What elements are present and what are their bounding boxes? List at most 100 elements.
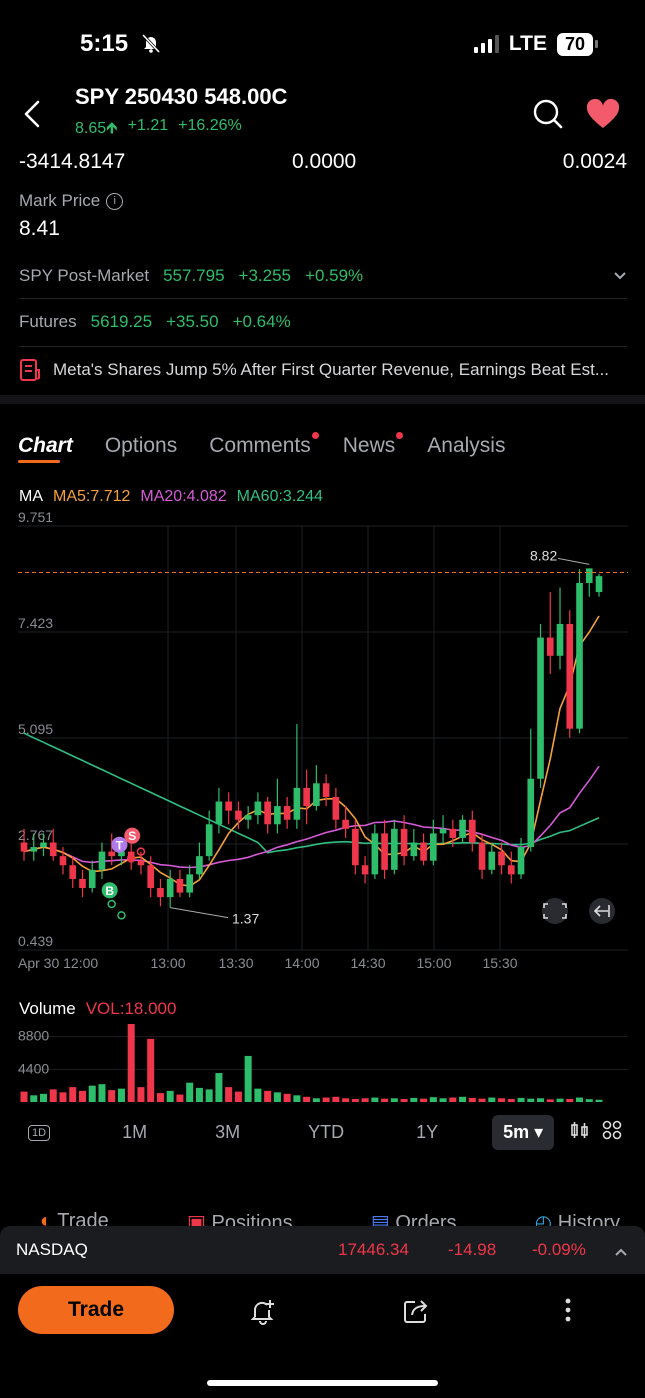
candle-body [430,833,437,861]
period-3m[interactable]: 3M [215,1122,240,1143]
index-ticker-bar[interactable]: NASDAQ 17446.34 -14.98 -0.09% [0,1226,645,1274]
x-tick-label: 14:30 [350,955,385,971]
candle-body [410,842,418,857]
candle-body [49,842,57,857]
candle-body [576,582,583,729]
candle-body [566,623,574,729]
volume-bar [576,1097,584,1102]
volume-bar [293,1095,301,1102]
ma5-value: MA5:7.712 [53,488,131,505]
stat-a: -3414.8147 [19,150,126,173]
divider [19,298,627,299]
candle-body [30,847,38,852]
y-tick-label: 0.439 [18,933,53,949]
volume-bar [498,1098,506,1102]
candle-body [478,842,486,870]
more-button[interactable] [558,1296,578,1331]
candle-body [186,874,193,893]
volume-bar [585,1099,593,1102]
tab-news[interactable]: News [343,432,404,458]
mark-price-text: Mark Price [19,191,101,210]
volume-bar [312,1098,320,1102]
search-button[interactable] [532,98,564,135]
candle-body [137,860,145,866]
volume-bar [273,1092,281,1102]
grid-icon [602,1120,622,1140]
period-1y[interactable]: 1Y [416,1122,438,1143]
x-tick-label: Apr 30 12:00 [18,955,98,971]
volume-bar [147,1038,155,1102]
volume-bar [361,1098,369,1102]
period-selector: 1D 1M 3M YTD 1Y 5m ▾ [28,1115,633,1150]
fullscreen-button[interactable] [542,898,568,924]
back-button[interactable] [18,98,46,130]
favorite-button[interactable] [585,98,621,135]
stat-c: 0.0024 [562,150,627,173]
volume-bar [449,1097,457,1102]
period-1d[interactable]: 1D [28,1124,51,1141]
chevron-down-icon[interactable] [613,266,627,286]
stat-b: 0.0000 [292,150,357,173]
volume-label: Volume [19,999,76,1018]
news-ticker[interactable]: Meta's Shares Jump 5% After First Quarte… [19,358,627,382]
price-change-pct: +16.26% [178,117,242,134]
volume-bar [234,1091,242,1102]
volume-bar [195,1087,203,1102]
heart-icon [586,98,620,128]
candle-style-button[interactable] [570,1120,590,1145]
candle-body [244,815,252,820]
post-market-row[interactable]: SPY Post-Market 557.795 +3.255 +0.59% [19,266,627,286]
candle-body [205,824,213,857]
candle-body [371,833,379,875]
volume-bar [537,1098,545,1102]
candle-body [332,796,340,820]
volume-bar [332,1096,340,1102]
price-chart[interactable]: 9.751 7.423 5.095 2.767 0.439 Apr 30 12:00 13:… [0,512,645,1112]
share-button[interactable] [401,1296,431,1331]
period-ytd[interactable]: YTD [308,1122,344,1143]
candle-body [391,828,398,870]
detail-tabs: Chart Options Comments News Analysis [18,432,505,463]
volume-bar [507,1099,515,1102]
sell-marker-label: S [128,829,136,843]
candle-body [420,842,427,861]
mark-price-label[interactable]: Mark Price i [19,191,124,211]
post-market-label: SPY Post-Market [19,266,150,285]
volume-bar [127,1024,135,1102]
period-1m[interactable]: 1M [122,1122,147,1143]
silent-bell-icon [140,32,162,59]
volume-bar [98,1084,106,1102]
volume-bar [176,1094,184,1102]
reset-view-button[interactable] [589,898,615,924]
tab-options[interactable]: Options [105,434,177,458]
ma-legend[interactable]: MA MA5:7.712 MA20:4.082 MA60:3.244 [19,488,323,506]
ma60-line [23,732,600,854]
volume-bar [20,1091,28,1102]
period-5m-dropdown[interactable]: 5m ▾ [492,1115,555,1150]
volume-bar [468,1097,476,1102]
post-market-pct: +0.59% [305,266,364,285]
volume-bar [39,1093,47,1102]
candle-body [274,806,281,825]
candle-body [322,783,330,797]
price-line: 8.65🡹 +1.21 +16.26% [75,117,242,144]
candle-body [449,828,457,838]
period-5m-label: 5m [503,1122,530,1142]
trade-button[interactable]: Trade [18,1286,174,1334]
grid-layout-button[interactable] [602,1120,622,1145]
tab-analysis[interactable]: Analysis [427,434,505,458]
y-tick-label: 9.751 [18,512,53,525]
contract-title: SPY 250430 548.00C [75,84,288,109]
tab-chart[interactable]: Chart [18,434,73,463]
divider [19,346,627,347]
low-label: 1.37 [232,911,259,927]
tab-comments[interactable]: Comments [209,432,319,458]
price-alert-button[interactable] [248,1296,278,1331]
signal-icon [473,35,499,53]
chevron-up-icon[interactable] [614,1242,628,1262]
candle-body [459,819,466,838]
futures-row[interactable]: Futures 5619.25 +35.50 +0.64% [19,312,627,332]
last-price: 8.65🡹 [75,120,118,137]
info-icon[interactable]: i [106,192,124,210]
bell-plus-icon [250,1300,274,1325]
